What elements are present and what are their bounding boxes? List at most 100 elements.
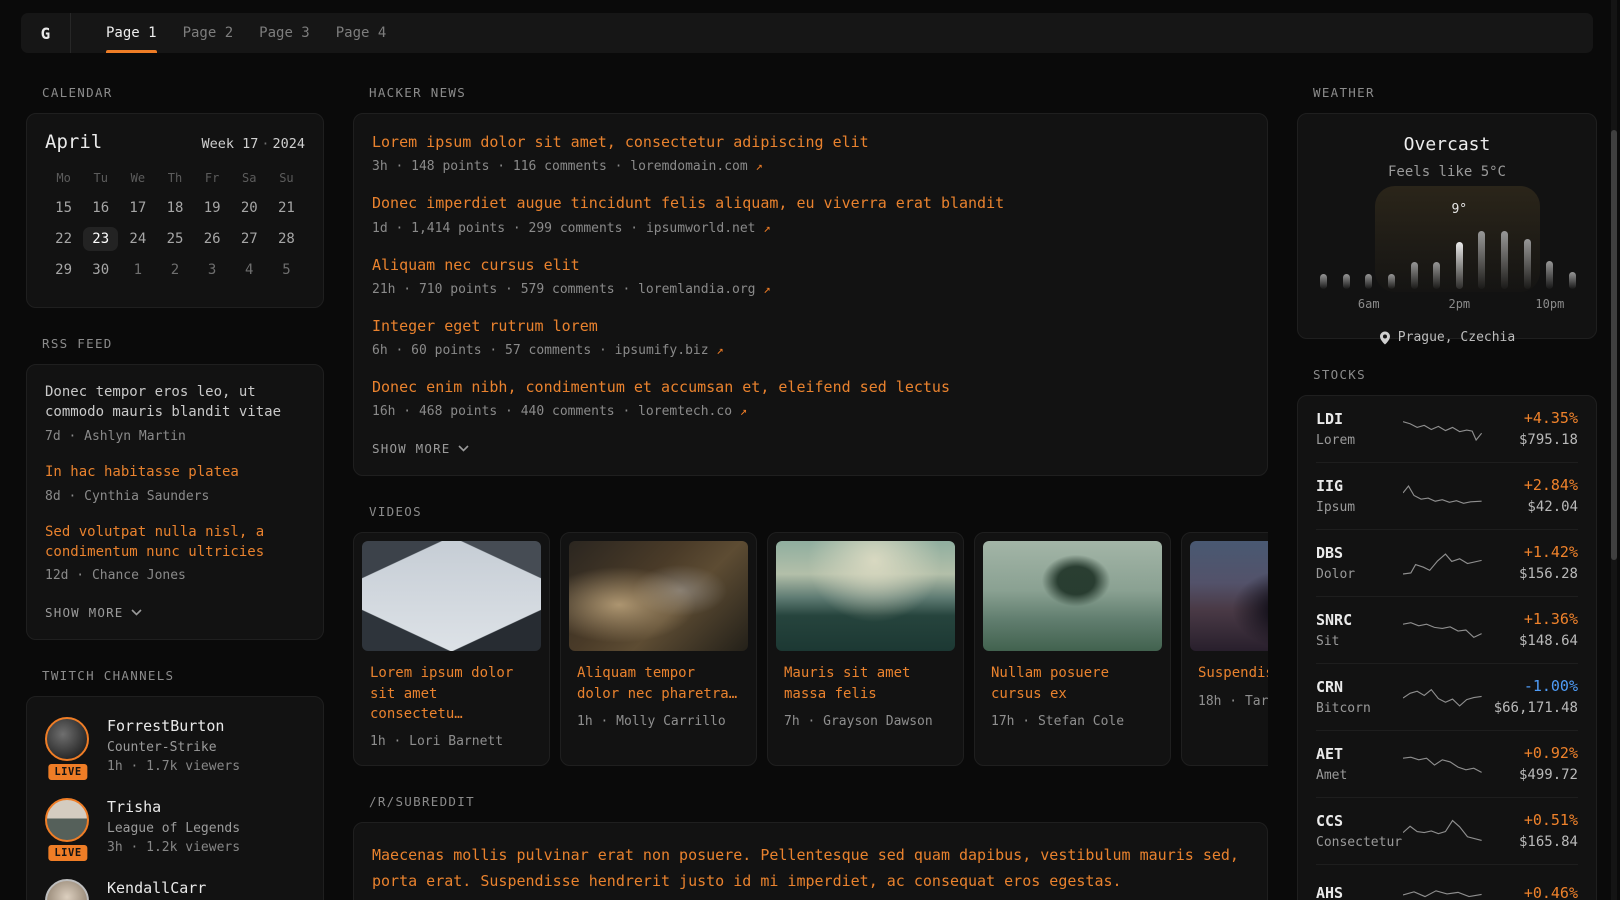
stock-row[interactable]: DBS Dolor +1.42% $156.28 <box>1316 530 1578 597</box>
calendar-date[interactable]: 25 <box>156 231 193 247</box>
video-title[interactable]: Aliquam tempor dolor nec pharetra… <box>577 663 740 704</box>
stock-row[interactable]: AHS +0.46% <box>1316 865 1578 900</box>
hn-item-source-link[interactable]: loremtech.co <box>638 404 732 419</box>
calendar-date-next-month[interactable]: 2 <box>156 262 193 278</box>
hn-item-title[interactable]: Donec imperdiet augue tincidunt felis al… <box>372 193 1249 214</box>
hn-show-more-button[interactable]: SHOW MORE <box>372 441 469 456</box>
stock-values: +0.51% $165.84 <box>1482 811 1578 850</box>
video-thumbnail[interactable] <box>569 541 748 651</box>
video-meta: 17h · Stefan Cole <box>991 714 1154 729</box>
video-card[interactable]: Aliquam tempor dolor nec pharetra… 1h · … <box>560 532 757 766</box>
twitch-channel-row[interactable]: LIVE Trisha League of Legends 3h · 1.2k … <box>45 798 305 855</box>
stock-row[interactable]: CCS Consectetur +0.51% $165.84 <box>1316 798 1578 865</box>
calendar-date[interactable]: 28 <box>268 231 305 247</box>
channel-name[interactable]: ForrestBurton <box>107 717 240 735</box>
calendar-date-next-month[interactable]: 4 <box>231 262 268 278</box>
rss-item-title[interactable]: In hac habitasse platea <box>45 463 305 483</box>
avatar <box>45 879 89 900</box>
calendar-grid: Mo Tu We Th Fr Sa Su 15 16 17 18 19 20 2… <box>45 171 305 278</box>
video-card[interactable]: Mauris sit amet massa felis 7h · Grayson… <box>767 532 964 766</box>
weather-bar <box>1546 261 1553 289</box>
hn-item-title[interactable]: Lorem ipsum dolor sit amet, consectetur … <box>372 132 1249 153</box>
stock-change: +1.36% <box>1482 610 1578 628</box>
calendar-date[interactable]: 18 <box>156 200 193 216</box>
calendar-date-next-month[interactable]: 3 <box>194 262 231 278</box>
tab-page-4[interactable]: Page 4 <box>323 13 400 53</box>
stock-row[interactable]: CRN Bitcorn -1.00% $66,171.48 <box>1316 664 1578 731</box>
video-title[interactable]: Suspendisse diam <box>1198 663 1268 683</box>
video-thumbnail[interactable] <box>362 541 541 651</box>
rss-show-more-button[interactable]: SHOW MORE <box>45 605 142 620</box>
scrollbar-thumb[interactable] <box>1611 130 1617 560</box>
calendar-date[interactable]: 16 <box>82 200 119 216</box>
stock-name: Bitcorn <box>1316 701 1403 716</box>
tab-page-3[interactable]: Page 3 <box>246 13 323 53</box>
hn-item-source-link[interactable]: loremdomain.com <box>630 159 747 174</box>
video-card[interactable]: Lorem ipsum dolor sit amet consectetu… 1… <box>353 532 550 766</box>
video-thumbnail[interactable] <box>776 541 955 651</box>
channel-name[interactable]: Trisha <box>107 798 240 816</box>
hn-item-source-link[interactable]: loremlandia.org <box>638 282 755 297</box>
calendar-date[interactable]: 26 <box>194 231 231 247</box>
dow-th: Th <box>156 171 193 185</box>
stock-row[interactable]: AET Amet +0.92% $499.72 <box>1316 731 1578 798</box>
app-logo[interactable]: G <box>21 13 71 53</box>
stock-values: +1.36% $148.64 <box>1482 610 1578 649</box>
video-title[interactable]: Nullam posuere cursus ex <box>991 663 1154 704</box>
hn-item-source-link[interactable]: ipsumworld.net <box>646 221 756 236</box>
calendar-date[interactable]: 22 <box>45 231 82 247</box>
rss-item-title[interactable]: Donec tempor eros leo, ut commodo mauris… <box>45 383 305 423</box>
stock-row[interactable]: IIG Ipsum +2.84% $42.04 <box>1316 463 1578 530</box>
video-card[interactable]: Nullam posuere cursus ex 17h · Stefan Co… <box>974 532 1171 766</box>
calendar-date-next-month[interactable]: 1 <box>119 262 156 278</box>
avatar-wrap <box>45 879 91 900</box>
hn-item-title[interactable]: Integer eget rutrum lorem <box>372 316 1249 337</box>
twitch-channel-row[interactable]: LIVE ForrestBurton Counter-Strike 1h · 1… <box>45 717 305 774</box>
stock-row[interactable]: SNRC Sit +1.36% $148.64 <box>1316 597 1578 664</box>
hn-item-title[interactable]: Aliquam nec cursus elit <box>372 255 1249 276</box>
video-thumbnail[interactable] <box>983 541 1162 651</box>
hn-item: Integer eget rutrum lorem 6h · 60 points… <box>372 316 1249 358</box>
dashboard-page: G Page 1 Page 2 Page 3 Page 4 CALENDAR A… <box>0 0 1620 900</box>
stock-change: -1.00% <box>1482 677 1578 695</box>
calendar-date[interactable]: 17 <box>119 200 156 216</box>
hn-item-title[interactable]: Donec enim nibh, condimentum et accumsan… <box>372 377 1249 398</box>
calendar-widget: April Week 17·2024 Mo Tu We Th Fr Sa Su … <box>26 113 324 308</box>
video-meta: 1h · Molly Carrillo <box>577 714 740 729</box>
rss-item-meta: 8d · Cynthia Saunders <box>45 489 305 504</box>
stock-sparkline <box>1403 546 1482 580</box>
reddit-post-title[interactable]: Maecenas mollis pulvinar erat non posuer… <box>372 843 1249 893</box>
stock-symbol: AET <box>1316 745 1403 763</box>
channel-game: Counter-Strike <box>107 740 240 755</box>
weather-bar <box>1524 239 1531 289</box>
calendar-date[interactable]: 15 <box>45 200 82 216</box>
calendar-date[interactable]: 29 <box>45 262 82 278</box>
calendar-date[interactable]: 30 <box>82 262 119 278</box>
calendar-date[interactable]: 19 <box>194 200 231 216</box>
hn-item-source-link[interactable]: ipsumify.biz <box>615 343 709 358</box>
stock-values: +0.46% <box>1482 884 1578 900</box>
video-title[interactable]: Mauris sit amet massa felis <box>784 663 947 704</box>
rss-item-meta: 7d · Ashlyn Martin <box>45 429 305 444</box>
calendar-section: CALENDAR April Week 17·2024 Mo Tu We Th … <box>26 85 324 308</box>
calendar-date[interactable]: 27 <box>231 231 268 247</box>
tab-page-2[interactable]: Page 2 <box>170 13 247 53</box>
hn-item-meta: 6h · 60 points · 57 comments · ipsumify.… <box>372 343 1249 358</box>
weather-location-text: Prague, Czechia <box>1398 330 1515 345</box>
calendar-date[interactable]: 24 <box>119 231 156 247</box>
video-card[interactable]: Suspendisse diam 18h · Tara <box>1181 532 1268 766</box>
channel-game: League of Legends <box>107 821 240 836</box>
video-thumbnail[interactable] <box>1190 541 1268 651</box>
hn-item: Donec imperdiet augue tincidunt felis al… <box>372 193 1249 235</box>
calendar-date[interactable]: 21 <box>268 200 305 216</box>
calendar-date[interactable]: 20 <box>231 200 268 216</box>
calendar-date-selected[interactable]: 23 <box>82 231 119 247</box>
calendar-date-next-month[interactable]: 5 <box>268 262 305 278</box>
rss-item: Donec tempor eros leo, ut commodo mauris… <box>45 383 305 444</box>
twitch-channel-row[interactable]: KendallCarr <box>45 879 305 900</box>
stock-row[interactable]: LDI Lorem +4.35% $795.18 <box>1316 396 1578 463</box>
channel-name[interactable]: KendallCarr <box>107 879 206 897</box>
video-title[interactable]: Lorem ipsum dolor sit amet consectetu… <box>370 663 533 724</box>
tab-page-1[interactable]: Page 1 <box>93 13 170 53</box>
rss-item-title[interactable]: Sed volutpat nulla nisl, a condimentum n… <box>45 523 305 563</box>
